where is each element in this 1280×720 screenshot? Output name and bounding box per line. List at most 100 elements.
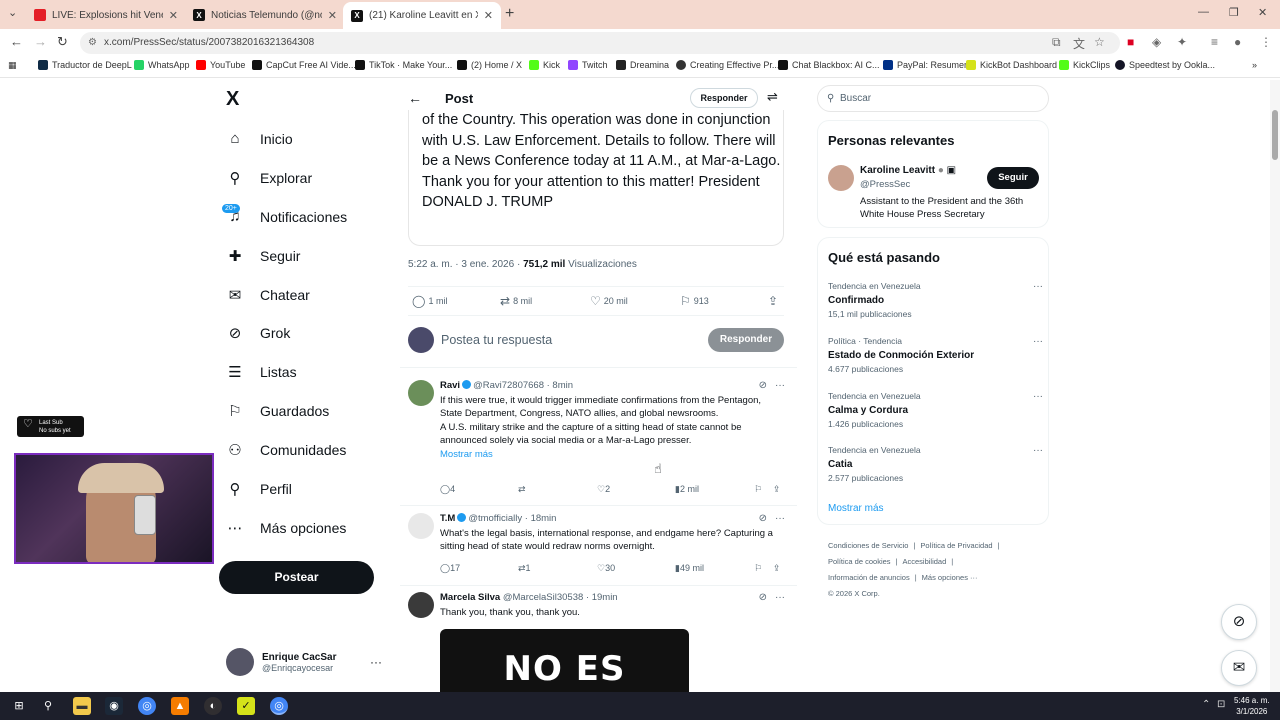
reply-submit-button[interactable]: Responder [708,328,784,352]
nav-item-communities[interactable]: ⚇ Comunidades [226,441,346,459]
nav-item-follow[interactable]: ✚ Seguir [226,247,301,265]
screen-share-icon[interactable]: ⧉ [1052,35,1061,50]
grok-icon[interactable]: ⊘ [759,592,767,603]
footer-link[interactable]: Política de Privacidad [920,541,992,550]
nav-item-explore[interactable]: ⚲ Explorar [226,169,313,187]
more-dots-icon[interactable]: ··· [1033,336,1043,347]
nav-item-bookmarks[interactable]: ⚐ Guardados [226,402,329,420]
minimize-icon[interactable]: — [1198,6,1209,18]
more-dots-icon[interactable]: ··· [1033,445,1043,456]
bookmark-item[interactable]: KickClips [1059,60,1110,70]
post-button[interactable]: Postear [219,561,374,594]
back-icon[interactable]: ← [10,34,23,49]
bookmark-item[interactable]: CapCut Free AI Vide... [252,60,356,70]
tab-search-icon[interactable]: ⌄ [8,6,17,19]
like-action[interactable]: ♡ 30 [597,563,615,574]
kickbot-icon[interactable]: ✓ [237,697,255,715]
bookmark-item[interactable]: KickBot Dashboard [966,60,1057,70]
trend-item[interactable]: Tendencia en Venezuela Confirmado 15,1 m… [828,281,1043,319]
grok-float-button[interactable]: ⊘ [1221,604,1257,640]
trend-item[interactable]: Tendencia en Venezuela Catia 2.577 publi… [828,445,1043,483]
messages-float-button[interactable]: ✉ [1221,650,1257,686]
bookmark-item[interactable]: Kick [529,60,560,70]
nav-item-chat[interactable]: ✉ Chatear [226,286,310,304]
nav-item-more[interactable]: ⋯ Más opciones [226,519,347,537]
trend-item[interactable]: Tendencia en Venezuela Calma y Cordura 1… [828,391,1043,429]
vlc-icon[interactable]: ▲ [171,697,189,715]
more-dots-icon[interactable]: ··· [775,380,785,391]
network-icon[interactable]: ⊡ [1217,699,1225,710]
reply-header-button[interactable]: Responder [690,88,758,108]
url-input[interactable]: ⚙ x.com/PressSec/status/2007382016321364… [80,32,1120,54]
bookmark-item[interactable]: TikTok · Make Your... [355,60,452,70]
shield-extension-icon[interactable]: ◈ [1152,35,1161,49]
follow-button[interactable]: Seguir [987,167,1039,189]
apps-grid-icon[interactable]: ▦ [8,60,17,71]
scrollbar-thumb[interactable] [1272,110,1278,160]
nav-item-home[interactable]: ⌂ Inicio [226,130,292,147]
reload-icon[interactable]: ↻ [57,34,68,50]
bookmark-item[interactable]: Creating Effective Pr... [676,60,779,70]
nav-item-notifications[interactable]: ♫ Notificaciones [226,208,347,225]
repost-action[interactable]: ⇄ [518,484,526,495]
repost-action[interactable]: ⇄ 8 mil [500,294,532,308]
bookmark-item[interactable]: Twitch [568,60,608,70]
x-logo-icon[interactable]: X [226,88,239,111]
account-more-icon[interactable]: ··· [370,655,382,669]
more-icon[interactable]: ⋮ [1260,35,1272,49]
browser-tab-2[interactable]: X Noticias Telemundo (@noticias... ✕ [185,4,345,26]
bookmark-item[interactable]: Traductor de DeepL [38,60,132,70]
footer-link[interactable]: Información de anuncios [828,573,910,582]
footer-link[interactable]: Condiciones de Servicio [828,541,908,550]
relevant-name[interactable]: Karoline Leavitt ● ▣ [860,165,956,176]
tray-overflow-icon[interactable]: ⌃ [1202,699,1210,710]
repost-action[interactable]: ⇄ 1 [518,563,531,574]
reply-input[interactable]: Postea tu respuesta [441,333,552,347]
close-icon[interactable]: ✕ [328,9,337,22]
browser-tab-1[interactable]: LIVE: Explosions hit Venezuela's ✕ [26,4,186,26]
more-dots-icon[interactable]: ··· [775,513,785,524]
new-tab-button[interactable]: + [505,5,514,23]
more-dots-icon[interactable]: ··· [1033,391,1043,402]
views-action[interactable]: ▮ 49 mil [675,563,704,574]
bookmark-item[interactable]: Speedtest by Ookla... [1115,60,1215,70]
browser-tab-3-active[interactable]: X (21) Karoline Leavitt en X: "STA... ✕ [343,2,501,29]
puzzle-icon[interactable]: ✦ [1177,35,1187,49]
restore-icon[interactable]: ❐ [1229,6,1239,19]
footer-link[interactable]: Accesibilidad [903,557,947,566]
nav-item-profile[interactable]: ⚲ Perfil [226,480,292,498]
grok-icon[interactable]: ⊘ [759,513,767,524]
trend-item[interactable]: Política · Tendencia Estado de Conmoción… [828,336,1043,374]
back-arrow-icon[interactable]: ← [408,90,422,106]
show-more-link[interactable]: Mostrar más [440,448,780,461]
chrome-icon[interactable]: ◎ [138,697,156,715]
bookmark-item[interactable]: Dreamina [616,60,669,70]
file-explorer-icon[interactable]: ▬ [73,697,91,715]
reply-action[interactable]: ◯ 1 mil [412,294,447,308]
bookmark-item[interactable]: YouTube [196,60,245,70]
share-icon[interactable]: ⇪ [773,484,781,495]
steam-icon[interactable]: ◉ [105,697,123,715]
star-icon[interactable]: ☆ [1094,35,1105,49]
nav-item-lists[interactable]: ☰ Listas [226,363,296,381]
close-window-icon[interactable]: ✕ [1258,6,1267,19]
bookmark-item[interactable]: (2) Home / X [457,60,522,70]
search-icon[interactable]: ⚲ [39,697,57,715]
grok-icon[interactable]: ⊘ [759,380,767,391]
reply-post[interactable]: Marcela Silva @MarcelaSil30538 · 19min ⊘… [400,592,797,622]
footer-link[interactable]: Más opciones ··· [922,573,978,582]
reply-action[interactable]: ◯ 4 [440,484,455,495]
system-clock[interactable]: 5:46 a. m. 3/1/2026 [1234,695,1270,717]
bookmark-item[interactable]: PayPal: Resumen [883,60,969,70]
translate-icon[interactable]: 文 [1073,35,1085,52]
footer-link[interactable]: Política de cookies [828,557,891,566]
like-action[interactable]: ♡ 20 mil [590,294,628,308]
menu-list-icon[interactable]: ≡ [1211,35,1218,49]
forward-icon[interactable]: → [34,34,47,49]
nav-item-grok[interactable]: ⊘ Grok [226,324,291,342]
scrollbar[interactable] [1270,80,1280,692]
avatar-icon[interactable]: ● [1234,35,1241,49]
more-dots-icon[interactable]: ··· [775,592,785,603]
chrome-active-icon[interactable]: ◎ [270,697,288,715]
share-icon[interactable]: ⇪ [773,563,781,574]
